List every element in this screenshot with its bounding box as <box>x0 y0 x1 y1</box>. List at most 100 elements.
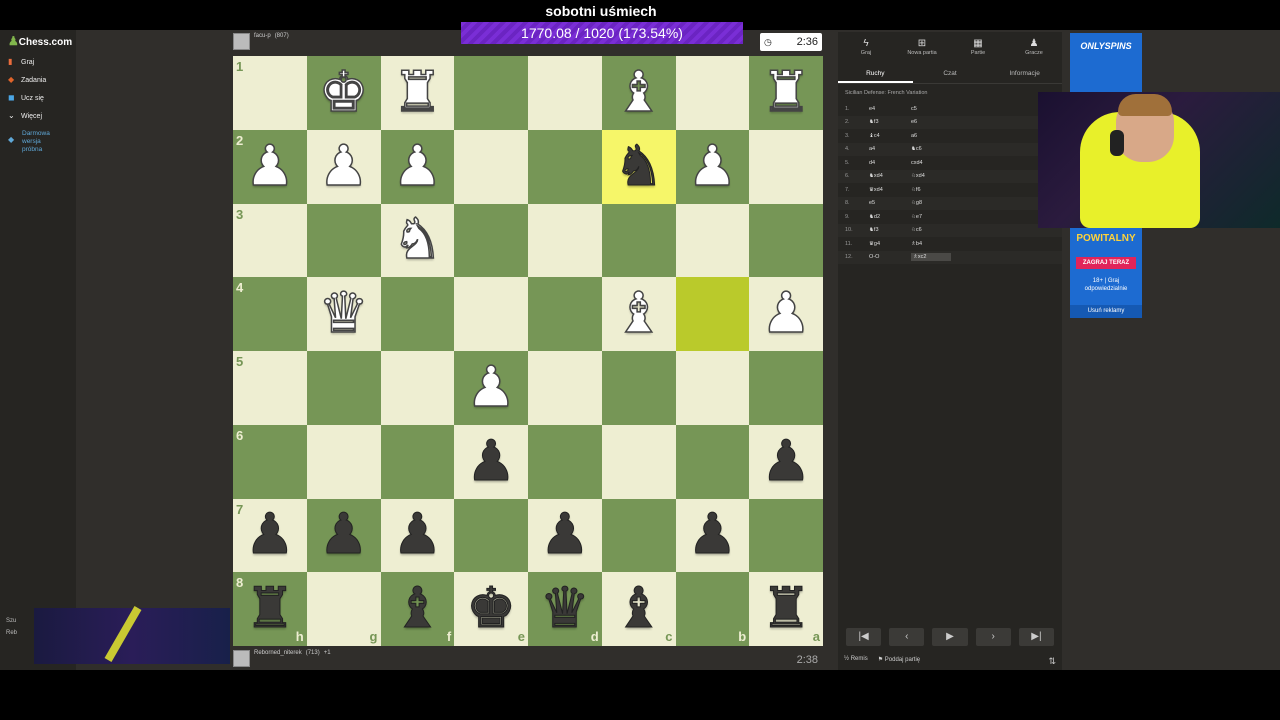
square-h1[interactable]: 1 <box>233 56 307 130</box>
white-knight-icon[interactable]: ♞ <box>392 211 444 269</box>
black-move[interactable]: a6 <box>911 133 951 139</box>
draw-button[interactable]: ½ Remis <box>844 656 868 667</box>
square-d8[interactable]: d ♛ <box>528 572 602 646</box>
prev-move-button[interactable]: ‹ <box>889 628 925 646</box>
square-c2[interactable]: ♞ <box>601 129 676 204</box>
square-b1[interactable] <box>675 56 750 130</box>
black-rook-icon[interactable]: ♜ <box>761 580 812 637</box>
square-e7[interactable] <box>454 498 528 573</box>
flip-board-icon[interactable]: ⇅ <box>1048 656 1056 667</box>
black-move[interactable]: ♗b4 <box>911 241 951 247</box>
black-pawn-icon[interactable]: ♟ <box>318 506 369 563</box>
square-g6[interactable] <box>306 424 381 499</box>
square-c3[interactable] <box>601 203 676 278</box>
white-pawn-icon[interactable]: ♟ <box>244 137 296 195</box>
white-move[interactable]: ♛xd4 <box>869 187 911 193</box>
white-rook-icon[interactable]: ♜ <box>392 64 444 122</box>
square-e5[interactable]: ♟ <box>454 351 528 425</box>
square-f8[interactable]: f ♝ <box>380 572 455 646</box>
white-move[interactable]: ♞d2 <box>869 214 911 220</box>
square-e8[interactable]: e ♚ <box>454 572 528 646</box>
square-b6[interactable] <box>675 424 750 499</box>
black-move[interactable]: ♘xd4 <box>911 173 951 179</box>
square-e2[interactable] <box>454 129 528 204</box>
square-b3[interactable] <box>675 203 750 278</box>
square-g5[interactable] <box>306 351 381 425</box>
square-f5[interactable] <box>380 351 455 425</box>
tab-games[interactable]: ▦ Partie <box>950 32 1006 62</box>
ad-cta-button[interactable]: ZAGRAJ TERAZ <box>1076 257 1136 269</box>
subtab-chat[interactable]: Czat <box>913 64 988 83</box>
black-pawn-icon[interactable]: ♟ <box>761 433 812 490</box>
square-d2[interactable] <box>528 129 602 204</box>
square-e6[interactable]: ♟ <box>454 424 528 499</box>
next-move-button[interactable]: ▶ <box>932 628 968 646</box>
black-move[interactable]: ♘c6 <box>911 227 951 233</box>
white-move[interactable]: ♛g4 <box>869 241 911 247</box>
square-e4[interactable] <box>454 277 528 351</box>
square-b5[interactable] <box>675 351 750 425</box>
black-pawn-icon[interactable]: ♟ <box>392 506 443 563</box>
resign-button[interactable]: ⚑ Poddaj partię <box>878 656 920 667</box>
sidebar-item-puzzles[interactable]: ◆ Zadania <box>8 76 46 84</box>
black-move[interactable]: ♘e7 <box>911 214 951 220</box>
square-c8[interactable]: c ♝ <box>601 572 676 646</box>
white-rook-icon[interactable]: ♜ <box>760 64 812 122</box>
square-d3[interactable] <box>528 203 602 278</box>
square-e1[interactable] <box>454 56 528 130</box>
subtab-info[interactable]: Informacje <box>987 64 1062 83</box>
black-queen-icon[interactable]: ♛ <box>539 580 590 637</box>
square-d6[interactable] <box>528 424 602 499</box>
square-a2[interactable] <box>749 129 823 204</box>
square-b2[interactable]: ♟ <box>675 129 750 204</box>
white-move[interactable]: ♝c4 <box>869 133 911 139</box>
white-move[interactable]: O-O <box>869 254 911 260</box>
black-move[interactable]: ♞c6 <box>911 146 951 152</box>
white-move[interactable]: ♞f3 <box>869 119 911 125</box>
forward-button[interactable]: › <box>975 628 1011 646</box>
black-pawn-icon[interactable]: ♟ <box>687 506 738 563</box>
white-move[interactable]: d4 <box>869 160 911 166</box>
square-g4[interactable]: ♛ <box>306 277 381 351</box>
tab-players[interactable]: ♟ Gracze <box>1006 32 1062 62</box>
white-move[interactable]: a4 <box>869 146 911 152</box>
white-king-icon[interactable]: ♚ <box>318 64 370 122</box>
square-h2[interactable]: 2 ♟ <box>233 129 307 204</box>
square-g2[interactable]: ♟ <box>306 129 381 204</box>
square-d5[interactable] <box>528 351 602 425</box>
subtab-moves[interactable]: Ruchy <box>838 64 913 83</box>
square-f3[interactable]: ♞ <box>380 203 455 278</box>
square-h3[interactable]: 3 <box>233 203 307 278</box>
square-g7[interactable]: ♟ <box>306 498 381 573</box>
square-h8[interactable]: 8 h ♜ <box>233 572 307 646</box>
remove-ads-button[interactable]: Usuń reklamy <box>1070 305 1142 318</box>
black-move[interactable]: ♗xc2 <box>911 253 951 262</box>
square-d7[interactable]: ♟ <box>528 498 602 573</box>
black-pawn-icon[interactable]: ♟ <box>244 506 295 563</box>
square-f4[interactable] <box>380 277 455 351</box>
chess-board[interactable]: 1 ♚ ♜ ♝ ♜ 2 ♟ ♟ ♟ ♞ ♟ 3 ♞ 4 ♛ ♝ ♟ 5 ♟ 6 ♟ ♟ 7 ♟ ♟ ♟ ♟ ♟ 8 h ♜ g f ♝ e ♚ d ♛ c ♝… <box>233 56 823 646</box>
square-c4[interactable]: ♝ <box>601 277 676 351</box>
black-bishop-icon[interactable]: ♝ <box>392 580 443 637</box>
sidebar-item-more[interactable]: ⌄ Więcej <box>8 112 42 120</box>
square-h4[interactable]: 4 <box>233 277 307 351</box>
user-label[interactable]: Reb <box>6 630 34 642</box>
square-h5[interactable]: 5 <box>233 351 307 425</box>
sidebar-item-learn[interactable]: ◼ Ucz się <box>8 94 44 102</box>
square-e3[interactable] <box>454 203 528 278</box>
black-move[interactable]: cxd4 <box>911 160 951 166</box>
chess-com-logo[interactable]: ♟Chess.com <box>8 34 72 48</box>
last-move-button[interactable]: ▶| <box>1018 628 1055 646</box>
tab-play[interactable]: ϟ Graj <box>838 32 894 62</box>
square-c6[interactable] <box>601 424 676 499</box>
square-f6[interactable] <box>380 424 455 499</box>
sidebar-item-play[interactable]: ▮ Graj <box>8 58 34 66</box>
square-a8[interactable]: a ♜ <box>749 572 823 646</box>
white-pawn-icon[interactable]: ♟ <box>318 137 370 195</box>
square-c7[interactable] <box>601 498 676 573</box>
square-a5[interactable] <box>749 351 823 425</box>
square-b8[interactable]: b <box>675 572 750 646</box>
search-label[interactable]: Szu <box>6 618 34 630</box>
bottom-player[interactable]: Reborned_niterek (713) +1 <box>233 650 331 667</box>
tab-new-game[interactable]: ⊞ Nowa partia <box>894 32 950 62</box>
